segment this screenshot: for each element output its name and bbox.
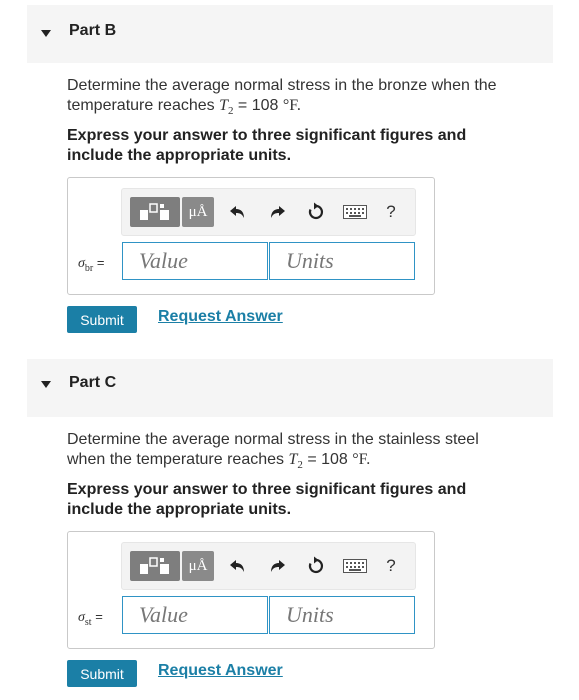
request-answer-link[interactable]: Request Answer: [158, 662, 283, 680]
part-title: Part C: [69, 374, 117, 391]
reset-icon[interactable]: [303, 551, 329, 581]
help-button[interactable]: ?: [379, 197, 403, 227]
answer-label: σbr =: [78, 255, 105, 274]
instruction-text: Express your answer to three significant…: [67, 127, 467, 164]
value-input[interactable]: [122, 242, 268, 280]
instruction-text: Express your answer to three significant…: [67, 481, 467, 518]
templates-button[interactable]: [130, 551, 180, 581]
math-toolbar: μÅ ?: [121, 188, 416, 236]
part-title: Part B: [69, 22, 117, 39]
question-text: Determine the average normal stress in t…: [67, 431, 479, 472]
undo-icon[interactable]: [225, 197, 251, 227]
templates-button[interactable]: [130, 197, 180, 227]
keyboard-icon[interactable]: [340, 197, 370, 227]
keyboard-icon[interactable]: [340, 551, 370, 581]
symbols-button[interactable]: μÅ: [182, 197, 214, 227]
request-answer-link[interactable]: Request Answer: [158, 308, 283, 326]
answer-label: σst =: [78, 609, 103, 628]
redo-icon[interactable]: [264, 551, 290, 581]
math-toolbar: μÅ ?: [121, 542, 416, 590]
units-input[interactable]: [269, 242, 415, 280]
value-input[interactable]: [122, 596, 268, 634]
caret-down-icon[interactable]: [41, 30, 51, 37]
units-input[interactable]: [269, 596, 415, 634]
part-c-header[interactable]: Part C: [27, 359, 553, 417]
symbols-button[interactable]: μÅ: [182, 551, 214, 581]
submit-button[interactable]: Submit: [67, 660, 137, 687]
part-b-header[interactable]: Part B: [27, 5, 553, 63]
answer-box: μÅ ? σbr =: [67, 177, 435, 295]
reset-icon[interactable]: [303, 197, 329, 227]
redo-icon[interactable]: [264, 197, 290, 227]
question-text: Determine the average normal stress in t…: [67, 77, 497, 118]
templates-icon: [140, 557, 169, 574]
submit-button[interactable]: Submit: [67, 306, 137, 333]
templates-icon: [140, 203, 169, 220]
caret-down-icon[interactable]: [41, 381, 51, 388]
answer-box: μÅ ? σst =: [67, 531, 435, 649]
help-button[interactable]: ?: [379, 551, 403, 581]
undo-icon[interactable]: [225, 551, 251, 581]
